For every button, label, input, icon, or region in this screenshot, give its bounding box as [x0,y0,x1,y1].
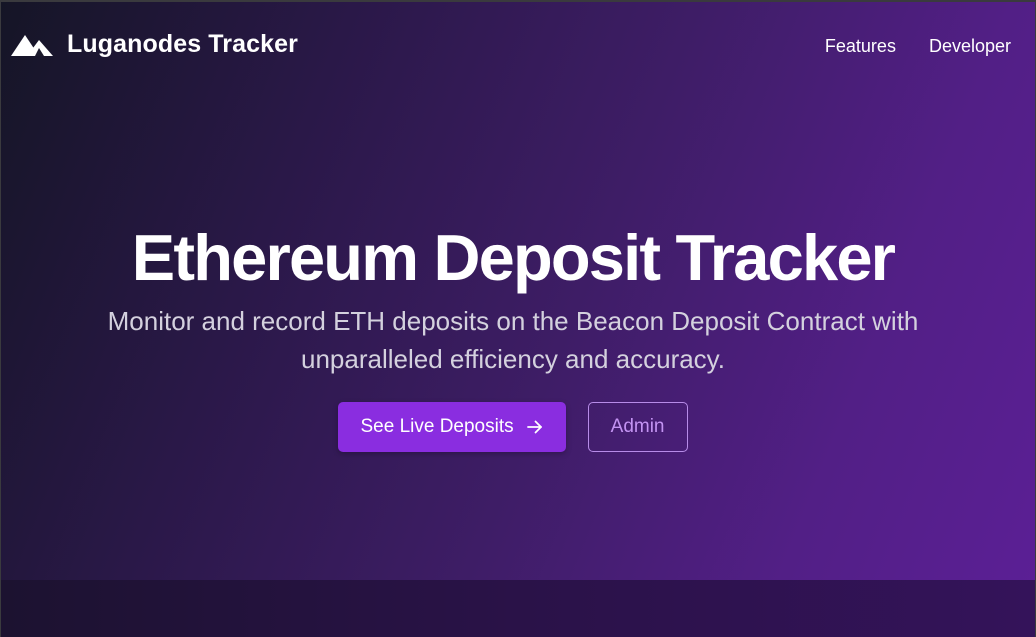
browser-viewport: Luganodes Tracker Features Developer Eth… [0,0,1036,637]
see-live-deposits-label: See Live Deposits [360,416,514,437]
hero-subtitle: Monitor and record ETH deposits on the B… [107,306,919,374]
cta-buttons: See Live Deposits Admin [1,402,1025,452]
nav-link-developer[interactable]: Developer [929,36,1011,57]
hero-title: Ethereum Deposit Tracker [131,221,896,294]
arrow-right-icon [526,420,542,434]
nav-links: Features Developer [825,36,1011,57]
navbar: Luganodes Tracker Features Developer [1,2,1035,90]
next-section [1,580,1035,637]
hero-content: Ethereum Deposit Tracker Monitor and rec… [1,220,1025,452]
brand-name: Luganodes Tracker [67,30,298,58]
nav-link-features[interactable]: Features [825,36,896,57]
admin-button[interactable]: Admin [587,402,688,452]
see-live-deposits-button[interactable]: See Live Deposits [338,402,566,452]
brand-link[interactable]: Luganodes Tracker [11,30,298,59]
mountain-logo-icon [11,34,53,56]
hero-section: Luganodes Tracker Features Developer Eth… [1,2,1035,580]
